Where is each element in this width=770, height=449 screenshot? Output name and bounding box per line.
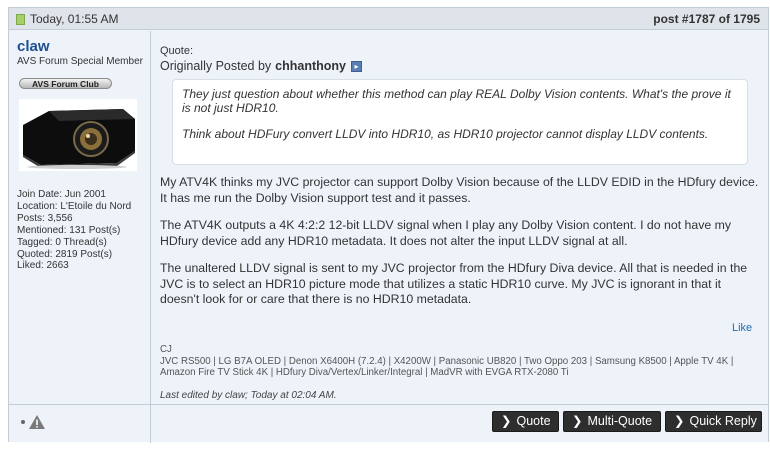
body-paragraph: The unaltered LLDV signal is sent to my … — [160, 261, 748, 306]
like-link[interactable]: Like — [732, 322, 752, 334]
chevron-right-icon: ❯ — [501, 414, 512, 428]
body-paragraph: My ATV4K thinks my JVC projector can sup… — [160, 175, 759, 205]
view-post-icon[interactable]: ▸ — [351, 60, 363, 72]
quote-box: They just question about whether this me… — [172, 79, 748, 165]
mentioned-count[interactable]: Mentioned: 131 Post(s) — [17, 225, 131, 237]
tagged-count[interactable]: Tagged: 0 Thread(s) — [17, 237, 131, 249]
user-info-panel: claw AVS Forum Special Member AVS Forum … — [9, 31, 151, 404]
signature-line: JVC RS500 | LG B7A OLED | Denon X6400H (… — [160, 355, 734, 379]
quote-label: Quote: — [160, 45, 194, 57]
username-link[interactable]: claw — [17, 38, 50, 55]
post-date-text: Today, 01:55 AM — [30, 12, 119, 26]
quote-button[interactable]: ❯ Quote — [492, 411, 559, 432]
user-stats: Join Date: Jun 2001 Location: L'Etoile d… — [17, 189, 131, 272]
multi-quote-button[interactable]: ❯ Multi-Quote — [563, 411, 661, 432]
join-date: Join Date: Jun 2001 — [17, 189, 106, 200]
posts-count: Posts: 3,556 — [17, 212, 73, 224]
quote-paragraph: Think about HDFury convert LLDV into HDR… — [182, 127, 709, 142]
post-body: My ATV4K thinks my JVC projector can sup… — [160, 175, 760, 308]
quote-attribution: Originally Posted by chhanthony ▸ — [160, 59, 363, 73]
multi-quote-button-label: Multi-Quote — [587, 414, 653, 428]
quote-author: chhanthony — [275, 59, 347, 73]
signature: CJ JVC RS500 | LG B7A OLED | Denon X6400… — [160, 344, 765, 379]
quoted-count[interactable]: Quoted: 2819 Post(s) — [17, 249, 131, 261]
post-date: Today, 01:55 AM — [16, 12, 119, 26]
quote-attribution-text: Originally Posted by — [160, 59, 272, 73]
liked-count: Liked: 2663 — [17, 260, 69, 272]
club-badge: AVS Forum Club — [19, 78, 112, 89]
user-title: AVS Forum Special Member — [17, 56, 143, 67]
quote-button-label: Quote — [516, 414, 551, 428]
last-edited-note: Last edited by claw; Today at 02:04 AM. — [160, 390, 337, 401]
location: Location: L'Etoile du Nord — [17, 200, 132, 212]
forum-post: Today, 01:55 AM post #1787 of 1795 claw … — [8, 7, 769, 443]
signature-line: CJ — [160, 344, 172, 355]
body-paragraph: The ATV4K outputs a 4K 4:2:2 12-bit LLDV… — [160, 218, 732, 248]
quick-reply-button-label: Quick Reply — [689, 414, 757, 428]
chevron-right-icon: ❯ — [674, 414, 685, 428]
bullet-dot — [21, 420, 25, 424]
post-footer-left — [9, 405, 151, 443]
post-header: Today, 01:55 AM post #1787 of 1795 — [9, 8, 768, 30]
warning-icon[interactable] — [28, 414, 46, 430]
post-content: Quote: Originally Posted by chhanthony ▸… — [152, 31, 768, 404]
post-footer: ❯ Quote ❯ Multi-Quote ❯ Quick Reply — [9, 404, 768, 443]
document-icon — [16, 13, 25, 25]
quote-paragraph: They just question about whether this me… — [182, 87, 731, 116]
post-number-link[interactable]: post #1787 of 1795 — [653, 12, 760, 26]
quick-reply-button[interactable]: ❯ Quick Reply — [665, 411, 762, 432]
avatar[interactable] — [19, 99, 137, 171]
chevron-right-icon: ❯ — [572, 414, 583, 428]
